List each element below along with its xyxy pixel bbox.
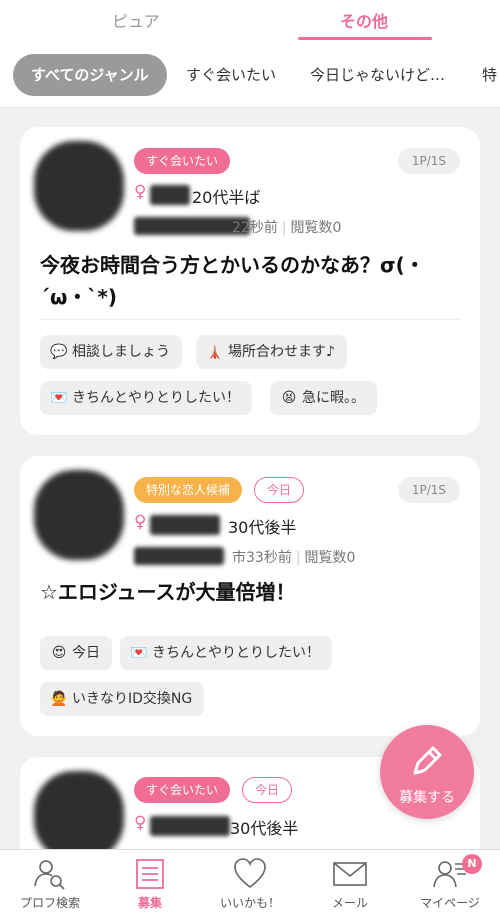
genre-badge: すぐ会いたい [134,777,231,803]
nav-label: いいかも！ [219,896,280,910]
view-count: 閲覧数0 [304,550,356,566]
post-time: 22秒前 [232,220,278,236]
tower-icon: 🗼 [206,344,224,360]
redacted-name [150,816,230,836]
tag-chip: 💬 相談しましょう [40,335,182,369]
genre-badge: すぐ会いたい [134,148,231,174]
view-count: 閲覧数0 [290,220,342,236]
mail-icon [333,862,367,886]
female-icon: ♀ [134,813,147,833]
genre-chip-all[interactable]: すべてのジャンル [13,54,167,96]
nav-profile-search[interactable]: プロフ検索 [0,850,100,914]
page-count-pill: 1P/1S [397,477,460,503]
post-time: 33秒前 [246,550,292,566]
divider [40,319,460,320]
today-badge: 今日 [254,477,305,503]
nav-recruit[interactable]: 募集 [100,850,200,914]
nav-mail[interactable]: メール [300,850,400,914]
tab-underline [298,37,432,40]
love-letter-icon: 💌 [50,390,68,406]
female-icon: ♀ [134,182,147,202]
love-letter-icon: 💌 [130,645,148,661]
genre-chip-not-today[interactable]: 今日じゃないけど… [310,54,445,96]
post-card[interactable]: すぐ会いたい 1P/1S ♀ 20代半ば 22秒前 | 閲覧数0 今夜お時間合う方と… [20,127,480,435]
tag-chip: 🙅 いきなりID交換NG [40,682,205,716]
nav-label: 募集 [137,896,162,910]
tab-pure[interactable]: ピュア [112,8,160,32]
tag-chip: 😍 今日 [40,636,112,670]
tired-face-icon: 😫 [281,390,297,406]
post-meta: 22秒前 | 閲覧数0 [232,220,342,236]
heart-icon [234,858,266,889]
genre-badge: 特別な恋人候補 [134,477,243,503]
bottom-nav: プロフ検索 募集 いいかも！ メール N マイページ [0,849,500,914]
post-card[interactable]: 特別な恋人候補 今日 1P/1S ♀ 30代後半 市33秒前 | 閲覧数0 ☆エロジ… [20,456,480,736]
create-post-label: 募集する [399,790,455,806]
post-title: ☆エロジュースが大量倍増！ [40,580,296,604]
genre-chip-meet-now[interactable]: すぐ会いたい [186,54,276,96]
profile-search-icon [34,860,65,890]
nav-label: メール [331,896,368,910]
nav-label: マイページ [420,896,480,910]
heart-eyes-icon: 😍 [51,645,67,661]
tag-chip: 💌 きちんとやりとりしたい！ [40,381,252,415]
redacted-name [150,185,190,205]
page-count-pill: 1P/1S [397,148,460,174]
tag-chip: 😫 急に暇。。 [270,381,377,415]
tab-other[interactable]: その他 [340,8,388,32]
age-label: 30代後半 [228,518,297,537]
avatar[interactable] [34,771,124,861]
top-bar: ピュア その他 すべてのジャンル すぐ会いたい 今日じゃないけど… 特 [0,0,500,108]
pencil-icon [413,746,442,775]
post-title: 今夜お時間合う方とかいるのかなあ？σ(・´ω・`*) [40,253,425,309]
notification-badge: N [462,854,482,874]
female-icon: ♀ [134,512,147,532]
age-label: 20代半ば [192,188,261,207]
city-suffix: 市 [232,550,246,566]
avatar[interactable] [34,470,124,560]
top-tabs: ピュア その他 [0,0,500,40]
no-gesture-icon: 🙅 [50,691,68,707]
nav-mypage[interactable]: N マイページ [400,850,500,914]
genre-filter-bar: すべてのジャンル すぐ会いたい 今日じゃないけど… 特 [0,54,500,96]
post-meta: 市33秒前 | 閲覧数0 [232,550,356,566]
age-label: 30代後半 [230,819,299,838]
tag-chip: 🗼 場所合わせます♪ [196,335,347,369]
avatar[interactable] [34,141,124,231]
today-badge: 今日 [242,777,293,803]
redacted-name [150,515,220,535]
nav-likes[interactable]: いいかも！ [200,850,300,914]
nav-label: プロフ検索 [19,896,80,910]
create-post-button[interactable]: 募集する [380,725,474,819]
speech-bubble-icon: 💬 [50,344,68,360]
list-icon [136,859,164,889]
genre-chip-special[interactable]: 特 [482,54,497,96]
redacted-location [134,547,224,565]
tag-chip: 💌 きちんとやりとりしたい！ [120,636,332,670]
